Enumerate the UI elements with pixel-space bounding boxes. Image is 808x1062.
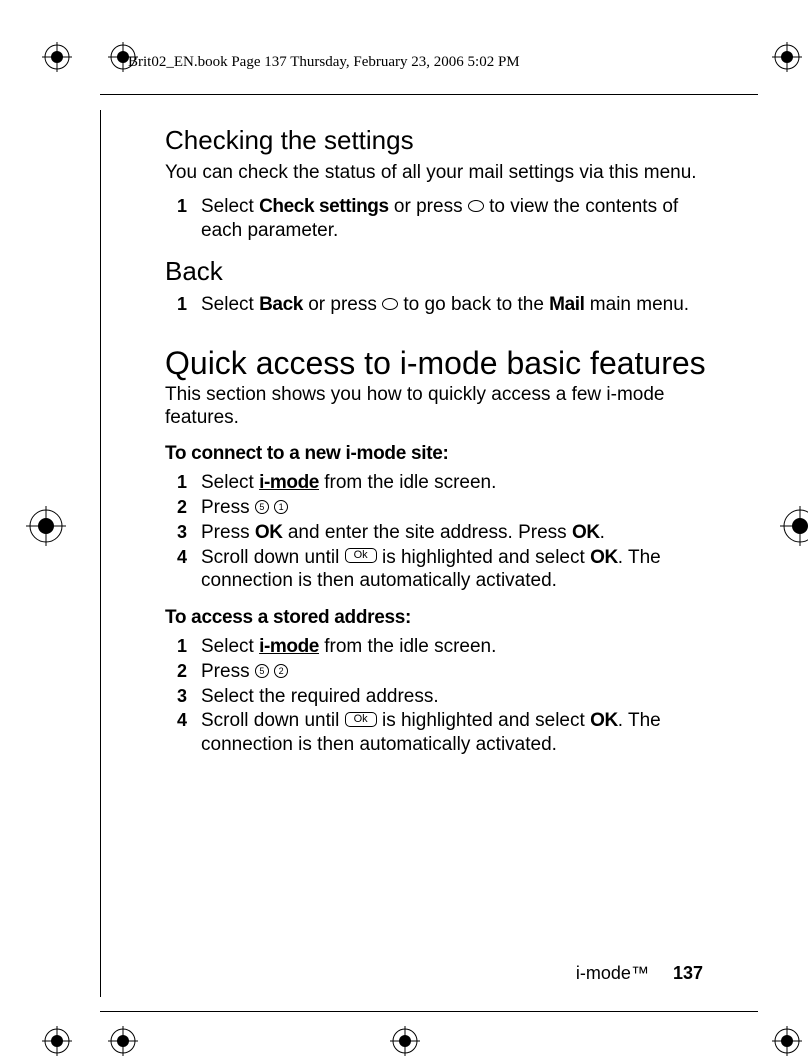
registration-mark-icon bbox=[42, 1026, 72, 1056]
running-header: Brit02_EN.book Page 137 Thursday, Februa… bbox=[128, 54, 520, 71]
step: 2 Press 5 2 bbox=[165, 660, 708, 684]
text: Press bbox=[201, 522, 255, 543]
text: Scroll down until bbox=[201, 710, 345, 731]
text: Press bbox=[201, 497, 255, 518]
step-number: 1 bbox=[177, 293, 187, 316]
text: from the idle screen. bbox=[319, 636, 496, 657]
text: main menu. bbox=[585, 294, 690, 315]
step: 2 Press 5 1 bbox=[165, 496, 708, 520]
text: and enter the site address. Press bbox=[283, 522, 572, 543]
step-number: 1 bbox=[177, 471, 187, 494]
registration-mark-icon bbox=[772, 1026, 802, 1056]
step: 4 Scroll down until Ok is highlighted an… bbox=[165, 546, 708, 594]
text: Scroll down until bbox=[201, 547, 345, 568]
heading-back: Back bbox=[165, 256, 708, 287]
step-number: 2 bbox=[177, 660, 187, 683]
step-number: 4 bbox=[177, 546, 187, 569]
step: 4 Scroll down until Ok is highlighted an… bbox=[165, 709, 708, 757]
heading-quick-access: Quick access to i-mode basic features bbox=[165, 345, 708, 382]
ui-label: OK bbox=[590, 547, 618, 568]
keypad-key-icon: 5 bbox=[255, 664, 269, 678]
text: Select bbox=[201, 294, 259, 315]
step-number: 4 bbox=[177, 709, 187, 732]
registration-mark-icon bbox=[780, 506, 808, 546]
ok-chip-icon: Ok bbox=[345, 548, 377, 563]
ui-label: Check settings bbox=[259, 196, 389, 217]
footer-section: i-mode™ bbox=[576, 963, 649, 983]
page-content: Checking the settings You can check the … bbox=[165, 125, 708, 763]
nav-key-icon bbox=[382, 298, 398, 310]
ui-label: OK bbox=[572, 522, 600, 543]
text: Select bbox=[201, 472, 259, 493]
text: Press bbox=[201, 661, 255, 682]
step: 3 Press OK and enter the site address. P… bbox=[165, 521, 708, 545]
ui-label: Mail bbox=[549, 294, 584, 315]
text: Select the required address. bbox=[201, 686, 439, 707]
heading-checking-settings: Checking the settings bbox=[165, 125, 708, 156]
text: is highlighted and select bbox=[377, 547, 590, 568]
step: 1 Select i-mode from the idle screen. bbox=[165, 471, 708, 495]
registration-mark-icon bbox=[108, 1026, 138, 1056]
crop-line bbox=[100, 94, 758, 95]
step-number: 3 bbox=[177, 685, 187, 708]
page-footer: i-mode™ 137 bbox=[576, 963, 703, 984]
registration-mark-icon bbox=[42, 42, 72, 72]
text: . bbox=[600, 522, 605, 543]
text: or press bbox=[389, 196, 468, 217]
nav-key-icon bbox=[468, 200, 484, 212]
ui-label: OK bbox=[590, 710, 618, 731]
page-number: 137 bbox=[673, 963, 703, 983]
step-number: 1 bbox=[177, 195, 187, 218]
text: Select bbox=[201, 636, 259, 657]
registration-mark-icon bbox=[390, 1026, 420, 1056]
ok-chip-icon: Ok bbox=[345, 712, 377, 727]
crop-line bbox=[100, 1011, 758, 1012]
step: 3 Select the required address. bbox=[165, 685, 708, 709]
keypad-key-icon: 2 bbox=[274, 664, 288, 678]
registration-mark-icon bbox=[772, 42, 802, 72]
subheading-connect-new: To connect to a new i-mode site: bbox=[165, 443, 708, 465]
text: to go back to the bbox=[398, 294, 549, 315]
step-number: 1 bbox=[177, 635, 187, 658]
step: 1 Select Check settings or press to view… bbox=[165, 195, 708, 243]
ui-label: OK bbox=[255, 522, 283, 543]
keypad-key-icon: 5 bbox=[255, 500, 269, 514]
subheading-stored-address: To access a stored address: bbox=[165, 607, 708, 629]
text: from the idle screen. bbox=[319, 472, 496, 493]
text: Select bbox=[201, 196, 259, 217]
step-number: 3 bbox=[177, 521, 187, 544]
step: 1 Select Back or press to go back to the… bbox=[165, 293, 708, 317]
intro-text: You can check the status of all your mai… bbox=[165, 162, 708, 185]
text: is highlighted and select bbox=[377, 710, 590, 731]
registration-mark-icon bbox=[26, 506, 66, 546]
step: 1 Select i-mode from the idle screen. bbox=[165, 635, 708, 659]
crop-line bbox=[100, 110, 101, 997]
text: or press bbox=[303, 294, 382, 315]
intro-text: This section shows you how to quickly ac… bbox=[165, 384, 708, 430]
link-label: i-mode bbox=[259, 636, 319, 657]
ui-label: Back bbox=[259, 294, 303, 315]
keypad-key-icon: 1 bbox=[274, 500, 288, 514]
link-label: i-mode bbox=[259, 472, 319, 493]
step-number: 2 bbox=[177, 496, 187, 519]
